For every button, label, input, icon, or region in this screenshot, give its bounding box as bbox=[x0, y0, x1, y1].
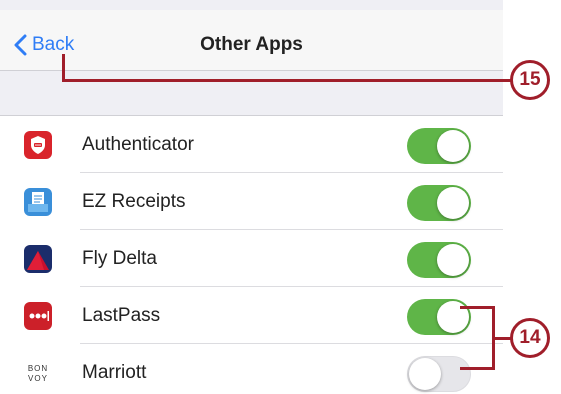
ez-receipts-icon bbox=[24, 188, 52, 216]
list-item-lastpass: LastPass bbox=[0, 287, 503, 344]
navigation-bar: Back Other Apps bbox=[0, 10, 503, 71]
list-item-fly-delta: Fly Delta bbox=[0, 230, 503, 287]
settings-screen: Back Other Apps Authenticator EZ Receipt… bbox=[0, 0, 503, 394]
lastpass-toggle[interactable] bbox=[407, 299, 471, 335]
page-title: Other Apps bbox=[200, 34, 303, 55]
ez-receipts-toggle[interactable] bbox=[407, 185, 471, 221]
lastpass-icon bbox=[24, 302, 52, 330]
callout-14-bracket-bottom bbox=[460, 367, 495, 370]
list-item-marriott: BON VOY Marriott bbox=[0, 344, 503, 394]
authenticator-toggle[interactable] bbox=[407, 128, 471, 164]
callout-15-leader-horizontal bbox=[62, 79, 512, 82]
authenticator-icon bbox=[24, 131, 52, 159]
callout-14-bracket-top bbox=[460, 306, 495, 309]
toggle-knob bbox=[437, 187, 469, 219]
toggle-knob bbox=[409, 358, 441, 390]
app-name: LastPass bbox=[82, 305, 161, 326]
app-name: Fly Delta bbox=[82, 248, 157, 269]
list-item-ez-receipts: EZ Receipts bbox=[0, 173, 503, 230]
callout-15-leader-vertical bbox=[62, 54, 65, 82]
toggle-knob bbox=[437, 244, 469, 276]
app-name: EZ Receipts bbox=[82, 191, 186, 212]
fly-delta-toggle[interactable] bbox=[407, 242, 471, 278]
callout-number: 15 bbox=[519, 69, 541, 90]
svg-text:VOY: VOY bbox=[28, 374, 48, 383]
callout-15: 15 bbox=[510, 60, 550, 100]
app-name: Authenticator bbox=[82, 134, 194, 155]
toggle-knob bbox=[437, 130, 469, 162]
app-name: Marriott bbox=[82, 362, 147, 383]
marriott-toggle[interactable] bbox=[407, 356, 471, 392]
svg-text:BON: BON bbox=[28, 364, 48, 373]
marriott-bonvoy-icon: BON VOY bbox=[24, 359, 52, 387]
fly-delta-icon bbox=[24, 245, 52, 273]
list-item-authenticator: Authenticator bbox=[0, 116, 503, 173]
callout-number: 14 bbox=[519, 327, 541, 348]
callout-14: 14 bbox=[510, 318, 550, 358]
apps-list: Authenticator EZ Receipts Fly Delta Last… bbox=[0, 115, 503, 394]
